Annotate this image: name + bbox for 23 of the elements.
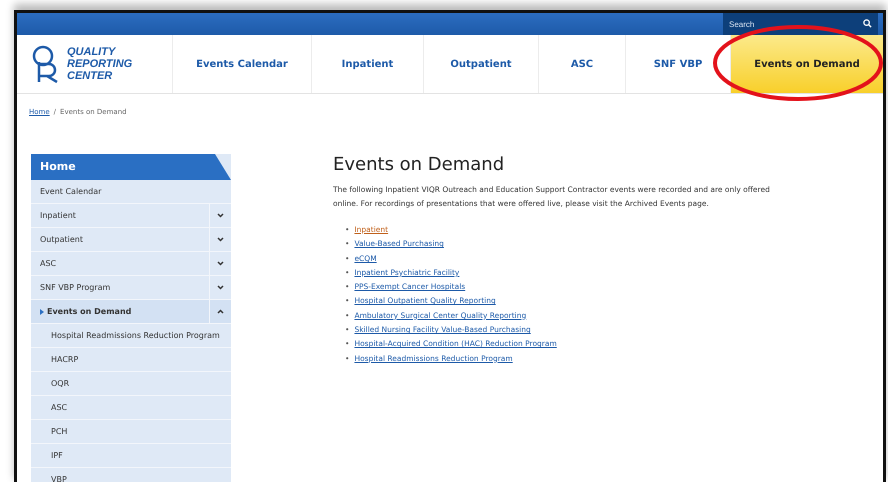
chevron-down-icon: [217, 213, 224, 218]
nav-link[interactable]: Events on Demand: [730, 35, 883, 93]
sidebar-subitem[interactable]: HACRP: [31, 348, 231, 371]
sidebar-item[interactable]: ASC: [31, 252, 209, 275]
search-icon[interactable]: [863, 19, 872, 28]
chevron-up-icon: [217, 309, 224, 314]
sidebar-subitem[interactable]: ASC: [31, 396, 231, 419]
sidebar-subitem[interactable]: VBP: [31, 468, 231, 482]
logo-text: QUALITY REPORTING CENTER: [67, 46, 132, 82]
sidebar-subitem[interactable]: IPF: [31, 444, 231, 467]
chevron-down-icon: [217, 261, 224, 266]
sidebar-subitem[interactable]: PCH: [31, 420, 231, 443]
sidebar-subitem[interactable]: Hospital Readmissions Reduction Program: [31, 324, 231, 347]
chevron-down-icon: [217, 285, 224, 290]
sidebar-title[interactable]: Home: [31, 154, 231, 180]
sidebar-item[interactable]: SNF VBP Program: [31, 276, 209, 299]
chevron-down-icon: [217, 237, 224, 242]
sidebar-item[interactable]: Outpatient: [31, 228, 209, 251]
page-title: Events on Demand: [333, 154, 506, 175]
sidebar-subitem[interactable]: OQR: [31, 372, 231, 395]
pointer-icon: [40, 308, 44, 314]
sidebar-item[interactable]: Event Calendar: [31, 180, 231, 203]
sidebar-item[interactable]: Inpatient: [31, 204, 209, 227]
